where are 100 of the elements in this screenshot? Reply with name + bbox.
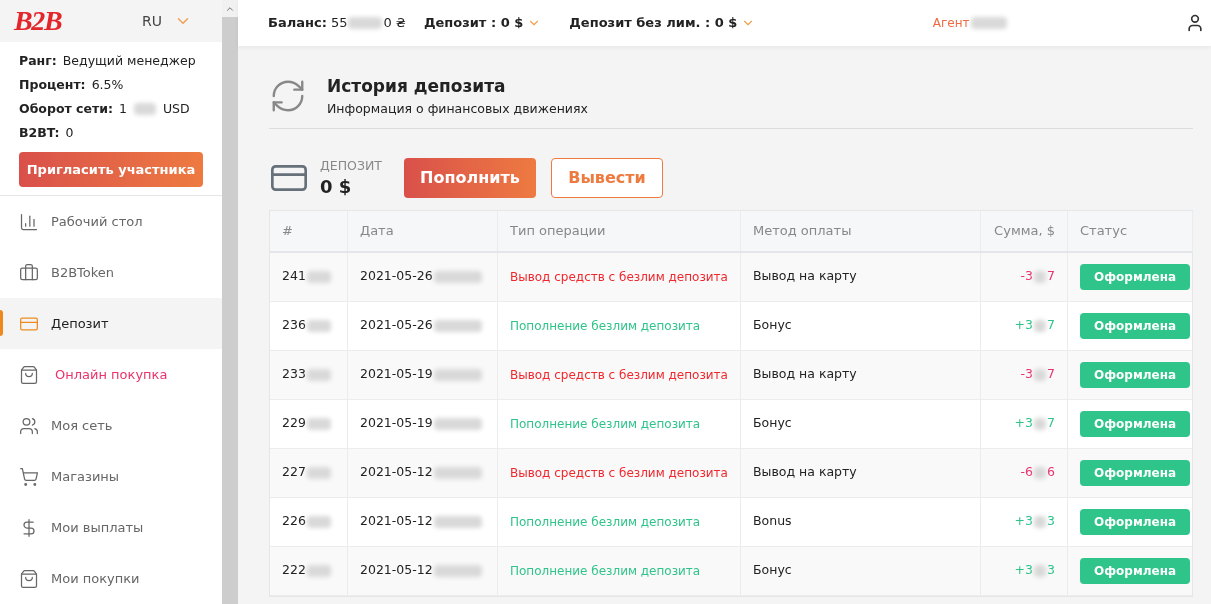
table-cell: 2021-05-26: [360, 316, 433, 335]
sidebar-item-label: Рабочий стол: [51, 212, 143, 231]
sidebar-item[interactable]: Депозит: [0, 298, 222, 349]
table-cell: 2021-05-12: [360, 512, 433, 531]
table-cell: 2021-05-12: [360, 463, 433, 482]
deposit-dropdown[interactable]: Депозит : 0 $: [423, 13, 542, 33]
status-badge: Оформлена: [1080, 508, 1191, 535]
deposit-unlimited-dropdown[interactable]: Депозит без лим. : 0 $: [569, 13, 756, 33]
user-icon[interactable]: [1185, 13, 1205, 33]
balance-value: 0 ₴: [383, 14, 406, 33]
redacted-blur: [306, 564, 331, 577]
sidebar-item-label: Магазины: [51, 467, 120, 486]
column-header[interactable]: Метод оплаты: [753, 220, 852, 241]
redacted-blur: [1034, 564, 1047, 577]
info-value: Ведущий менеджер: [62, 51, 196, 70]
table-cell: +3: [1014, 561, 1034, 580]
info-value: 6.5%: [91, 75, 124, 94]
invite-button[interactable]: Пригласить участника: [19, 152, 203, 187]
info-value: USD: [162, 99, 190, 118]
table-cell: Вывод на карту: [753, 267, 857, 286]
redacted-blur: [1034, 515, 1047, 528]
table-cell: Бонус: [753, 561, 792, 580]
table-cell: 2021-05-26: [360, 267, 433, 286]
table-cell: 7: [1047, 267, 1055, 286]
table-cell-text: Пополнение безлим депозита: [510, 562, 701, 580]
redacted-blur: [433, 564, 482, 577]
redacted-blur: [348, 17, 383, 29]
topup-button[interactable]: Пополнить: [404, 157, 536, 198]
table-cell-text: Пополнение безлим депозита: [510, 513, 701, 531]
logo[interactable]: B2B: [14, 0, 62, 42]
table-cell: -3: [1020, 267, 1034, 286]
sidebar-item[interactable]: Магазины: [0, 451, 222, 502]
withdraw-button[interactable]: Вывести: [551, 157, 663, 198]
redacted-blur: [306, 466, 331, 479]
table-cell: 229: [282, 414, 306, 433]
table-cell: 226: [282, 512, 306, 531]
status-badge: Оформлена: [1080, 410, 1191, 437]
page-subtitle: Информация о финансовых движениях: [327, 99, 588, 118]
column-header[interactable]: Сумма, $: [994, 220, 1055, 241]
sidebar-item[interactable]: Мои покупки: [0, 553, 222, 604]
table-cell: +3: [1014, 316, 1034, 335]
balance-value: 55: [330, 14, 348, 33]
balance-label: Баланс:: [268, 14, 327, 33]
table-cell: Вывод на карту: [753, 365, 857, 384]
bar-chart-icon: [19, 211, 39, 232]
info-label: B2BT:: [19, 123, 60, 142]
table-cell: -6: [1020, 463, 1034, 482]
table-cell: Бонус: [753, 414, 792, 433]
redacted-blur: [970, 17, 1007, 29]
table-cell: 241: [282, 267, 306, 286]
redacted-blur: [306, 270, 331, 283]
column-header[interactable]: Статус: [1080, 220, 1128, 241]
table-cell: 6: [1047, 463, 1055, 482]
redacted-blur: [433, 270, 482, 283]
deposit-label: ДЕПОЗИТ: [320, 157, 383, 176]
status-badge: Оформлена: [1080, 312, 1191, 339]
active-indicator: [0, 310, 3, 336]
table-cell-text: Пополнение безлим депозита: [510, 317, 701, 335]
redacted-blur: [1034, 270, 1047, 283]
table-cell: 233: [282, 365, 306, 384]
status-badge: Оформлена: [1080, 459, 1191, 486]
redacted-blur: [306, 319, 331, 332]
sidebar-item-label: Моя сеть: [51, 416, 113, 435]
table-cell: 222: [282, 561, 306, 580]
table-cell: 227: [282, 463, 306, 482]
table-cell: Бонус: [753, 316, 792, 335]
sidebar-item-label: Мои выплаты: [51, 518, 144, 537]
sidebar-item-label: Онлайн покупка: [55, 365, 168, 384]
redacted-blur: [1034, 368, 1047, 381]
table-cell: 2021-05-19: [360, 414, 433, 433]
sidebar-item[interactable]: Моя сеть: [0, 400, 222, 451]
info-label: Процент:: [19, 75, 86, 94]
redacted-blur: [306, 515, 331, 528]
column-header[interactable]: #: [282, 220, 293, 241]
sidebar-item[interactable]: Рабочий стол: [0, 196, 222, 247]
redacted-blur: [1034, 319, 1047, 332]
bag-icon: [19, 568, 39, 589]
sidebar-item[interactable]: B2BToken: [0, 247, 222, 298]
table-cell: Bonus: [753, 512, 792, 531]
sidebar-item[interactable]: Мои выплаты: [0, 502, 222, 553]
language-selector[interactable]: RU: [142, 10, 192, 32]
redacted-blur: [133, 103, 156, 115]
page-title: История депозита: [327, 75, 507, 98]
column-header[interactable]: Тип операции: [510, 220, 606, 241]
table-cell: -3: [1020, 365, 1034, 384]
redacted-blur: [433, 466, 482, 479]
status-badge: Оформлена: [1080, 361, 1191, 388]
redacted-blur: [1034, 466, 1047, 479]
table-cell: 7: [1047, 365, 1055, 384]
redacted-blur: [433, 368, 482, 381]
table-cell: 3: [1047, 561, 1055, 580]
scrollbar[interactable]: [222, 0, 238, 604]
table-cell: 236: [282, 316, 306, 335]
redacted-blur: [433, 417, 482, 430]
column-header[interactable]: Дата: [360, 220, 394, 241]
cart-icon: [19, 466, 39, 487]
table-cell: 2021-05-19: [360, 365, 433, 384]
table-cell-text: Вывод средств с безлим депозита: [510, 268, 728, 286]
table-cell: 7: [1047, 414, 1055, 433]
sidebar-item[interactable]: Онлайн покупка: [0, 349, 222, 400]
